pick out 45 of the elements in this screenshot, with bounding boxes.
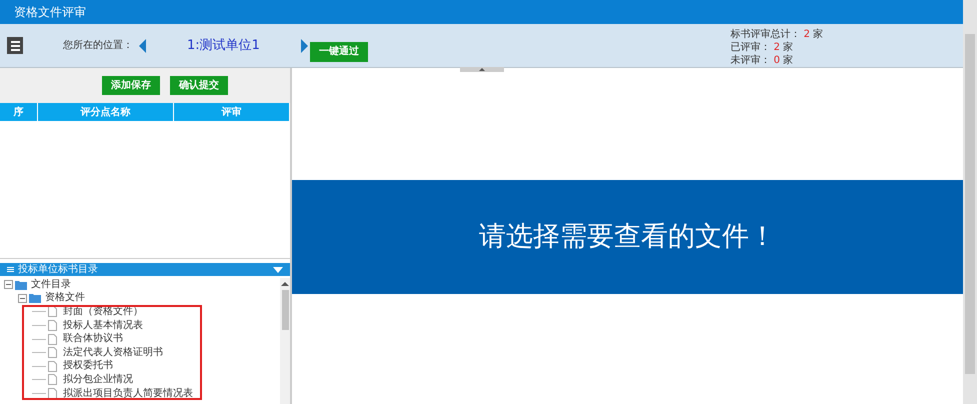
stat-count: 2 (774, 42, 780, 54)
stat-unit: 家 (813, 29, 823, 41)
collapse-icon[interactable] (18, 294, 27, 303)
tree-item[interactable]: 授权委托书 (63, 361, 113, 372)
collapse-icon[interactable] (4, 280, 13, 290)
stat-label: 未评审： (730, 55, 771, 67)
tree-item[interactable]: 拟派出项目负责人简要情况表 (63, 388, 193, 399)
tree-item[interactable]: 拟分包企业情况 (63, 374, 133, 385)
stat-count: 0 (774, 55, 780, 67)
pass-all-button[interactable]: 一键通过 (310, 42, 368, 62)
stat-unit: 家 (783, 55, 793, 67)
location-label: 您所在的位置： (63, 38, 133, 53)
tree-item[interactable]: 资格文件 (45, 293, 85, 304)
folder-icon (15, 280, 27, 290)
collapse-handle[interactable] (460, 67, 504, 72)
previous-icon[interactable] (139, 38, 146, 52)
stat-label: 已评审： (730, 42, 771, 54)
tree-item[interactable]: 投标人基本情况表 (63, 320, 143, 331)
window-title: 资格文件评审 (14, 4, 86, 21)
document-icon (48, 388, 57, 400)
document-icon (48, 306, 57, 318)
stat-unit: 家 (783, 42, 793, 54)
document-icon (48, 360, 57, 372)
column-header: 评审 (174, 103, 290, 121)
scrollbar[interactable] (280, 278, 290, 404)
document-icon (48, 347, 57, 358)
column-header: 评分点名称 (38, 103, 174, 121)
tree-item[interactable]: 法定代表人资格证明书 (63, 348, 163, 358)
action-button[interactable]: 确认提交 (170, 76, 228, 95)
document-icon (48, 334, 57, 345)
column-header: 序 (0, 103, 38, 121)
action-button[interactable]: 添加保存 (102, 76, 160, 95)
menu-icon (7, 267, 14, 272)
folder-icon (29, 293, 41, 304)
menu-button[interactable] (7, 37, 23, 54)
current-unit: 1:测试单位1 (186, 36, 261, 55)
viewer-message: 请选择需要查看的文件！ (479, 220, 776, 254)
stat-count: 2 (804, 29, 810, 41)
scrollbar[interactable] (963, 0, 977, 404)
document-icon (48, 374, 57, 386)
tree-item[interactable]: 文件目录 (31, 280, 71, 290)
stat-label: 标书评审总计： (730, 29, 801, 41)
tree-title: 投标单位标书目录 (18, 264, 98, 274)
document-icon (48, 320, 57, 332)
tree-item[interactable]: 联合体协议书 (63, 334, 123, 344)
